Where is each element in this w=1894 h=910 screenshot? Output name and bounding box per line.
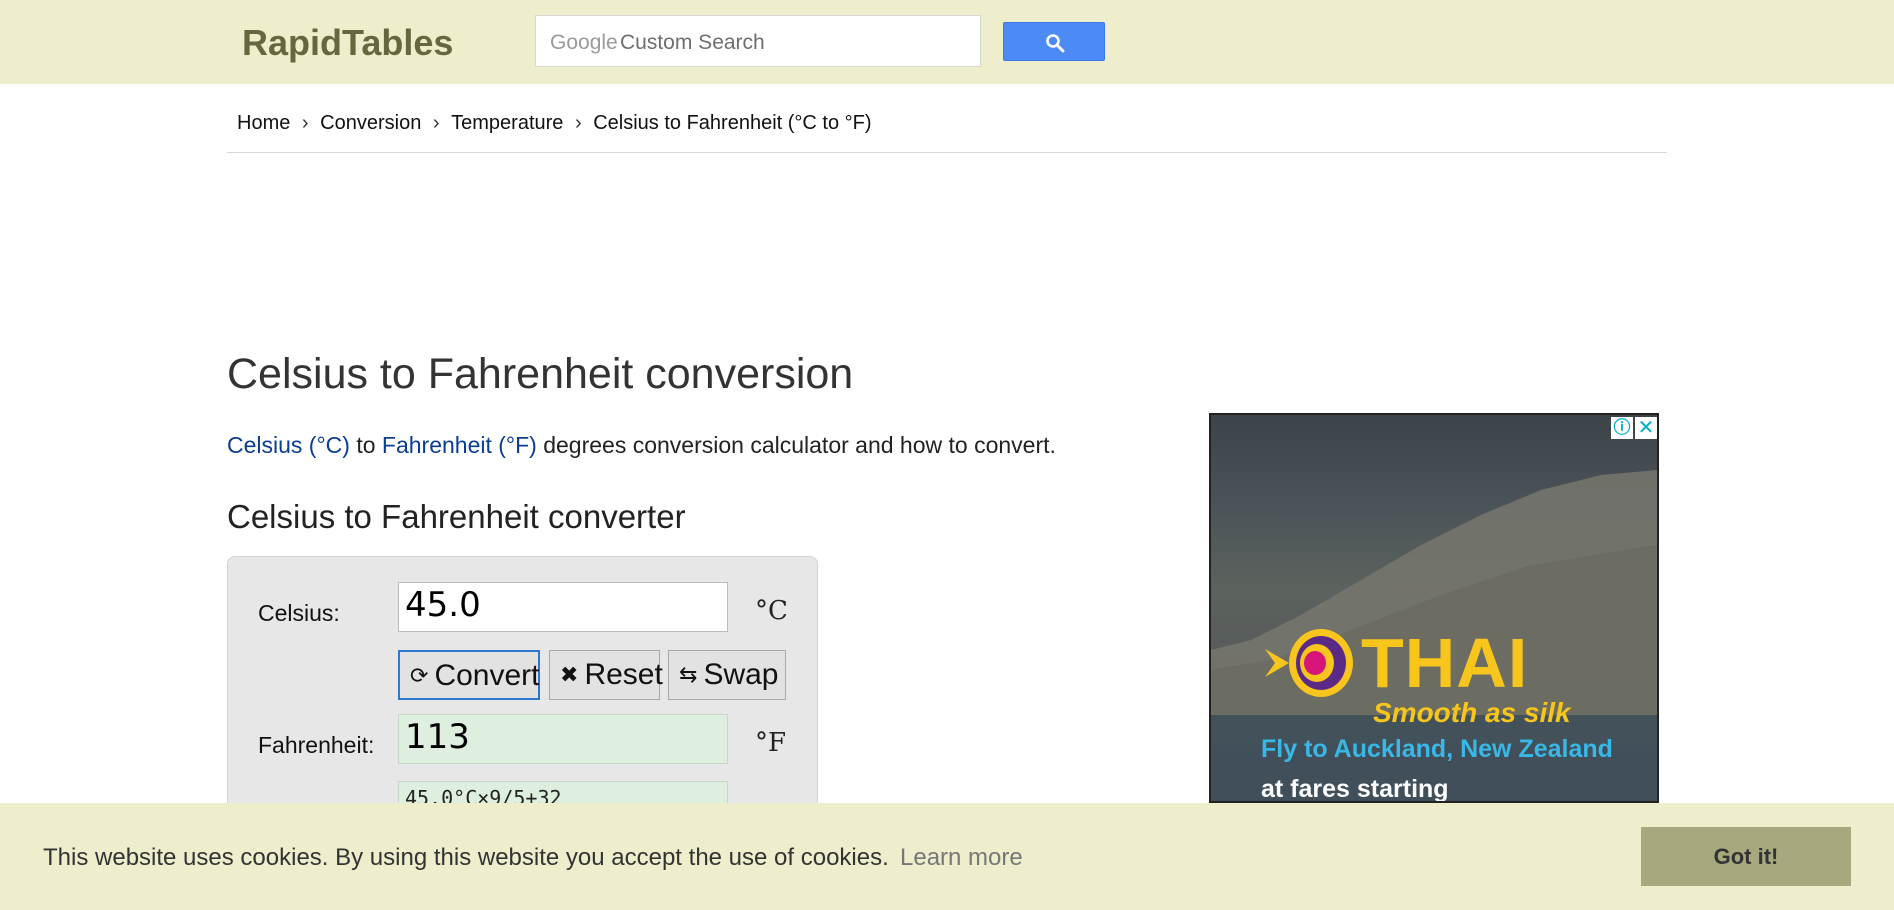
search-button[interactable]: [1003, 22, 1105, 61]
celsius-unit: °C: [755, 596, 788, 626]
breadcrumb-separator: ›: [432, 112, 440, 134]
breadcrumb-current: Celsius to Fahrenheit (°C to °F): [593, 112, 872, 134]
ad-subline: at fares starting: [1261, 775, 1449, 803]
swap-label: Swap: [703, 658, 779, 691]
header-bar: RapidTables Google Custom Search: [0, 0, 1894, 84]
search-placeholder: Custom Search: [620, 31, 765, 54]
swap-button[interactable]: ⇆ Swap: [668, 650, 786, 700]
fahrenheit-label: Fahrenheit:: [258, 732, 375, 758]
thai-logo-icon: [1265, 629, 1353, 697]
breadcrumb-temperature[interactable]: Temperature: [451, 112, 563, 135]
breadcrumb-separator: ›: [574, 112, 582, 134]
convert-label: Convert: [434, 659, 540, 692]
refresh-icon: ⟳: [410, 663, 429, 688]
intro-rest: degrees conversion calculator and how to…: [536, 432, 1056, 458]
fahrenheit-output[interactable]: 113: [398, 714, 728, 764]
breadcrumb-conversion[interactable]: Conversion: [320, 112, 421, 135]
reset-button[interactable]: ✖ Reset: [549, 650, 663, 700]
cookie-banner: This website uses cookies. By using this…: [0, 803, 1894, 910]
converter-heading: Celsius to Fahrenheit converter: [227, 498, 686, 535]
ad-brand: THAI: [1361, 624, 1529, 702]
advertisement[interactable]: THAI Smooth as silk Fly to Auckland, New…: [1209, 413, 1659, 803]
breadcrumb-home[interactable]: Home: [237, 112, 290, 135]
intro-text: Celsius (°C) to Fahrenheit (°F) degrees …: [227, 432, 1056, 459]
cookie-message: This website uses cookies. By using this…: [43, 844, 889, 871]
cookie-learn-more-link[interactable]: Learn more: [900, 844, 1023, 872]
search-brand: Google: [550, 31, 618, 54]
x-icon: ✖: [560, 662, 579, 687]
convert-button[interactable]: ⟳ Convert: [398, 650, 540, 700]
breadcrumb: Home › Conversion › Temperature › Celsiu…: [237, 112, 872, 135]
search-icon: [1046, 34, 1065, 53]
site-logo[interactable]: RapidTables: [242, 22, 453, 64]
breadcrumb-separator: ›: [301, 112, 309, 134]
fahrenheit-link[interactable]: Fahrenheit (°F): [382, 432, 537, 458]
celsius-label: Celsius:: [258, 600, 340, 626]
ad-headline: Fly to Auckland, New Zealand: [1261, 735, 1613, 763]
reset-label: Reset: [584, 658, 663, 691]
celsius-link[interactable]: Celsius (°C): [227, 432, 350, 458]
ad-close-icon[interactable]: ✕: [1635, 417, 1657, 439]
search-input[interactable]: Google Custom Search: [535, 15, 981, 67]
cookie-accept-button[interactable]: Got it!: [1641, 827, 1851, 886]
intro-connector: to: [349, 432, 382, 458]
fahrenheit-unit: °F: [755, 728, 787, 758]
divider: [227, 152, 1667, 153]
ad-info-icon[interactable]: ⓘ: [1611, 417, 1633, 439]
page-title: Celsius to Fahrenheit conversion: [227, 350, 854, 398]
ad-slogan: Smooth as silk: [1373, 697, 1571, 728]
swap-icon: ⇆: [679, 662, 698, 687]
celsius-input[interactable]: 45.0: [398, 582, 728, 632]
